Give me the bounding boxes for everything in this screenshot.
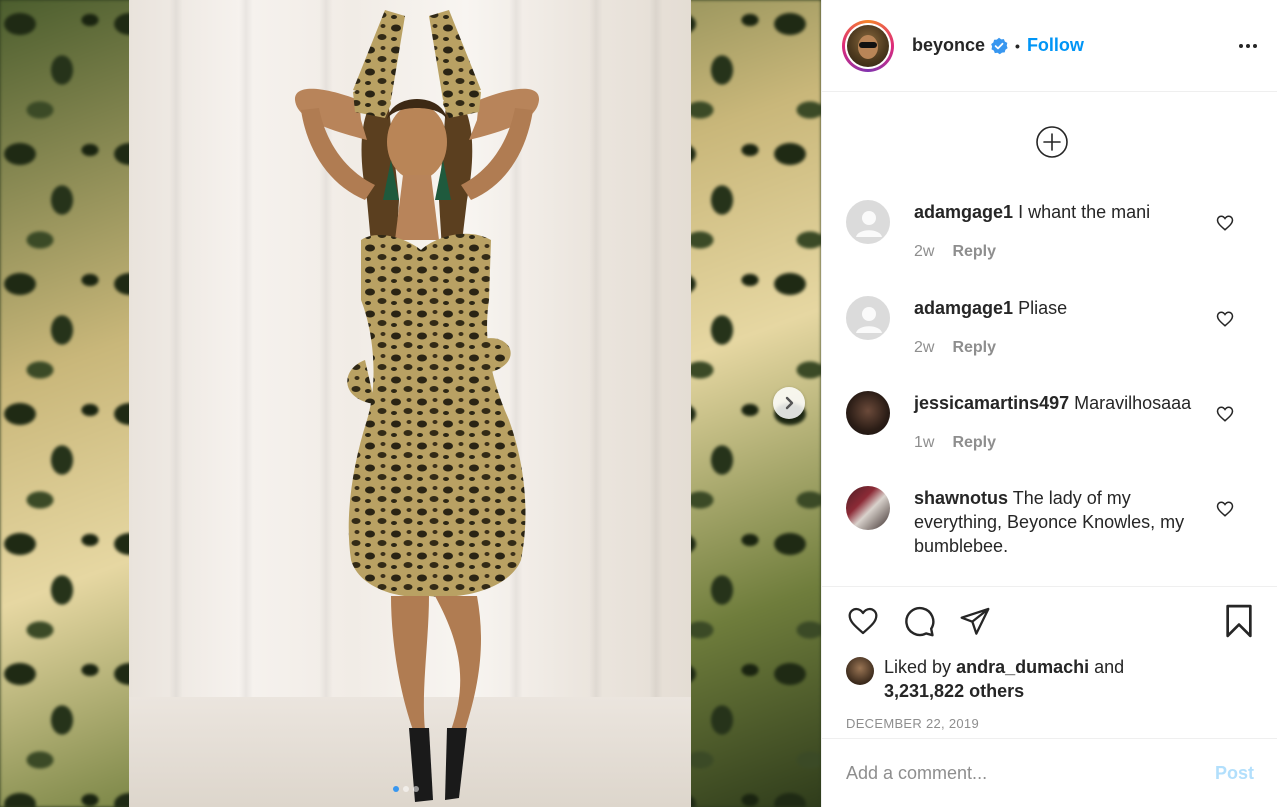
post-actions: Liked by andra_dumachi and 3,231,822 oth… bbox=[822, 586, 1277, 731]
more-options-icon[interactable] bbox=[1239, 38, 1257, 54]
comment-age[interactable]: 1w bbox=[914, 431, 934, 455]
heart-icon[interactable] bbox=[846, 605, 880, 637]
comment-like-heart-icon[interactable] bbox=[1216, 214, 1234, 232]
carousel-dot bbox=[393, 786, 399, 792]
comment-age[interactable]: 2w bbox=[914, 336, 934, 360]
reply-button[interactable]: Reply bbox=[952, 431, 996, 455]
load-more-comments-icon[interactable] bbox=[1035, 125, 1069, 159]
comments-list: adamgage1 I whant the mani 2w Reply adamg… bbox=[822, 92, 1277, 586]
comment-like-heart-icon[interactable] bbox=[1216, 500, 1234, 518]
comment-age[interactable]: 2w bbox=[914, 240, 934, 264]
comment-item: jessicamartins497 Maravilhosaaa 1w Reply bbox=[846, 391, 1256, 455]
commenter-avatar[interactable] bbox=[846, 296, 890, 340]
post-comment-button[interactable]: Post bbox=[1215, 763, 1254, 784]
paper-plane-icon[interactable] bbox=[958, 605, 992, 637]
comment-username[interactable]: adamgage1 bbox=[914, 202, 1013, 222]
comment-item: adamgage1 I whant the mani 2w Reply bbox=[846, 200, 1256, 264]
post-sidebar: beyonce • Follow adamgage1 I whant the m… bbox=[821, 0, 1277, 807]
verified-badge-icon bbox=[990, 37, 1008, 55]
reply-button[interactable]: Reply bbox=[952, 240, 996, 264]
commenter-avatar[interactable] bbox=[846, 200, 890, 244]
post-header: beyonce • Follow bbox=[822, 0, 1277, 92]
carousel-indicator bbox=[393, 786, 419, 792]
comment-username[interactable]: adamgage1 bbox=[914, 298, 1013, 318]
liker-avatar[interactable] bbox=[846, 657, 874, 685]
comment-like-heart-icon[interactable] bbox=[1216, 405, 1234, 423]
commenter-avatar[interactable] bbox=[846, 486, 890, 530]
bookmark-icon[interactable] bbox=[1224, 604, 1254, 638]
likes-count[interactable]: 3,231,822 others bbox=[884, 681, 1024, 701]
liker-username[interactable]: andra_dumachi bbox=[956, 657, 1089, 677]
reply-button[interactable]: Reply bbox=[952, 336, 996, 360]
comment-text: I whant the mani bbox=[1018, 202, 1151, 222]
comment-item: adamgage1 Pliase 2w Reply bbox=[846, 296, 1256, 360]
comment-composer: Post bbox=[822, 738, 1277, 807]
post-media bbox=[0, 0, 821, 807]
comment-username[interactable]: shawnotus bbox=[914, 488, 1008, 508]
comment-input[interactable] bbox=[846, 762, 1215, 784]
comment-text: Pliase bbox=[1018, 298, 1068, 318]
comment-username[interactable]: jessicamartins497 bbox=[914, 393, 1069, 413]
likes-summary: Liked by andra_dumachi and 3,231,822 oth… bbox=[822, 655, 1277, 703]
commenter-avatar[interactable] bbox=[846, 391, 890, 435]
comment-icon[interactable] bbox=[902, 604, 936, 638]
comment-item: shawnotus The lady of my everything, Bey… bbox=[846, 486, 1256, 558]
comment-like-heart-icon[interactable] bbox=[1216, 310, 1234, 328]
follow-button[interactable]: Follow bbox=[1027, 35, 1084, 56]
next-image-button[interactable] bbox=[773, 387, 805, 419]
header-separator: • bbox=[1015, 37, 1020, 54]
author-avatar[interactable] bbox=[842, 19, 894, 72]
carousel-dot bbox=[413, 786, 419, 792]
comment-text: Maravilhosaaa bbox=[1074, 393, 1192, 413]
post-photo[interactable] bbox=[129, 0, 691, 807]
author-username[interactable]: beyonce bbox=[912, 35, 985, 56]
carousel-dot bbox=[403, 786, 409, 792]
likes-conjunction: and bbox=[1094, 657, 1125, 677]
model-figure bbox=[294, 10, 540, 802]
chevron-right-icon bbox=[785, 396, 794, 410]
post-date[interactable]: DECEMBER 22, 2019 bbox=[822, 703, 1277, 731]
likes-prefix: Liked by bbox=[884, 657, 952, 677]
